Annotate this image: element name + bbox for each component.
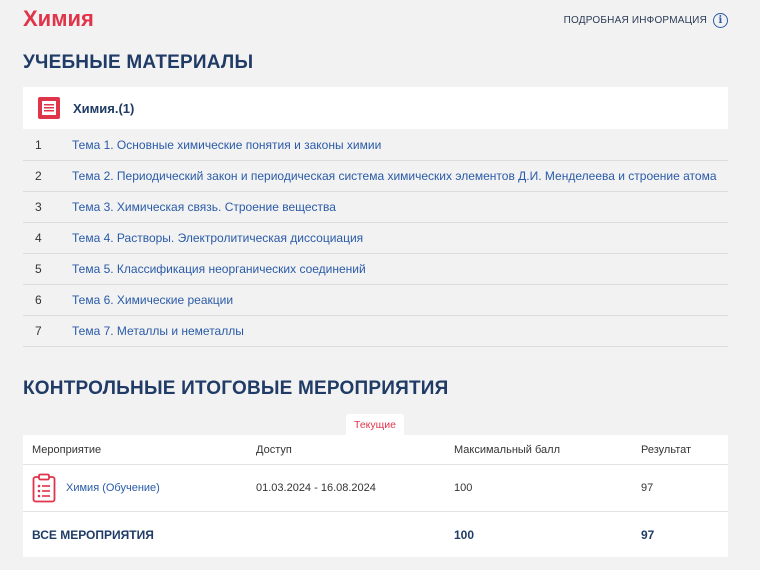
more-info-link[interactable]: ПОДРОБНАЯ ИНФОРМАЦИЯ i [564, 13, 728, 28]
event-result: 97 [641, 482, 654, 494]
topic-link[interactable]: Тема 6. Химические реакции [72, 293, 233, 307]
list-item: 1 Тема 1. Основные химические понятия и … [23, 130, 728, 161]
info-icon[interactable]: i [713, 13, 728, 28]
clipboard-icon [32, 473, 56, 503]
topics-list: 1 Тема 1. Основные химические понятия и … [23, 130, 728, 347]
materials-heading: УЧЕБНЫЕ МАТЕРИАЛЫ [23, 52, 254, 73]
event-cell: Химия (Обучение) [32, 473, 160, 503]
table-header-row: Мероприятие Доступ Максимальный балл Рез… [23, 435, 728, 465]
table-row: Химия (Обучение) 01.03.2024 - 16.08.2024… [23, 465, 728, 512]
list-item: 7 Тема 7. Металлы и неметаллы [23, 316, 728, 347]
topic-link[interactable]: Тема 1. Основные химические понятия и за… [72, 138, 381, 152]
topic-number: 1 [35, 138, 42, 152]
book-icon [38, 97, 60, 119]
total-label: ВСЕ МЕРОПРИЯТИЯ [32, 527, 154, 542]
event-max-score: 100 [454, 482, 473, 494]
list-item: 2 Тема 2. Периодический закон и периодич… [23, 161, 728, 192]
total-max-score: 100 [454, 527, 475, 542]
column-header-result: Результат [641, 443, 692, 456]
topic-link[interactable]: Тема 4. Растворы. Электролитическая дисс… [72, 231, 363, 245]
total-result: 97 [641, 527, 655, 542]
topic-number: 6 [35, 293, 42, 307]
course-title: Химия [23, 6, 94, 31]
topic-link[interactable]: Тема 2. Периодический закон и периодичес… [72, 169, 717, 183]
events-table: Мероприятие Доступ Максимальный балл Рез… [23, 435, 728, 557]
topic-number: 5 [35, 262, 42, 276]
tab-current[interactable]: Текущие [346, 414, 404, 435]
event-access: 01.03.2024 - 16.08.2024 [256, 482, 376, 494]
topic-number: 7 [35, 324, 42, 338]
topic-link[interactable]: Тема 7. Металлы и неметаллы [72, 324, 244, 338]
events-heading: КОНТРОЛЬНЫЕ ИТОГОВЫЕ МЕРОПРИЯТИЯ [23, 378, 449, 399]
materials-card[interactable]: Химия.(1) [23, 87, 728, 129]
list-item: 6 Тема 6. Химические реакции [23, 285, 728, 316]
event-link[interactable]: Химия (Обучение) [66, 482, 160, 494]
column-header-access: Доступ [256, 443, 292, 456]
list-item: 3 Тема 3. Химическая связь. Строение вещ… [23, 192, 728, 223]
list-item: 4 Тема 4. Растворы. Электролитическая ди… [23, 223, 728, 254]
topic-number: 2 [35, 169, 42, 183]
table-total-row: ВСЕ МЕРОПРИЯТИЯ 100 97 [23, 512, 728, 557]
topic-number: 3 [35, 200, 42, 214]
topic-link[interactable]: Тема 5. Классификация неорганических сое… [72, 262, 366, 276]
column-header-max-score: Максимальный балл [454, 443, 560, 456]
materials-card-label: Химия.(1) [73, 100, 135, 116]
topic-number: 4 [35, 231, 42, 245]
more-info-label: ПОДРОБНАЯ ИНФОРМАЦИЯ [563, 15, 707, 26]
topic-link[interactable]: Тема 3. Химическая связь. Строение вещес… [72, 200, 336, 214]
list-item: 5 Тема 5. Классификация неорганических с… [23, 254, 728, 285]
column-header-event: Мероприятие [32, 443, 102, 456]
